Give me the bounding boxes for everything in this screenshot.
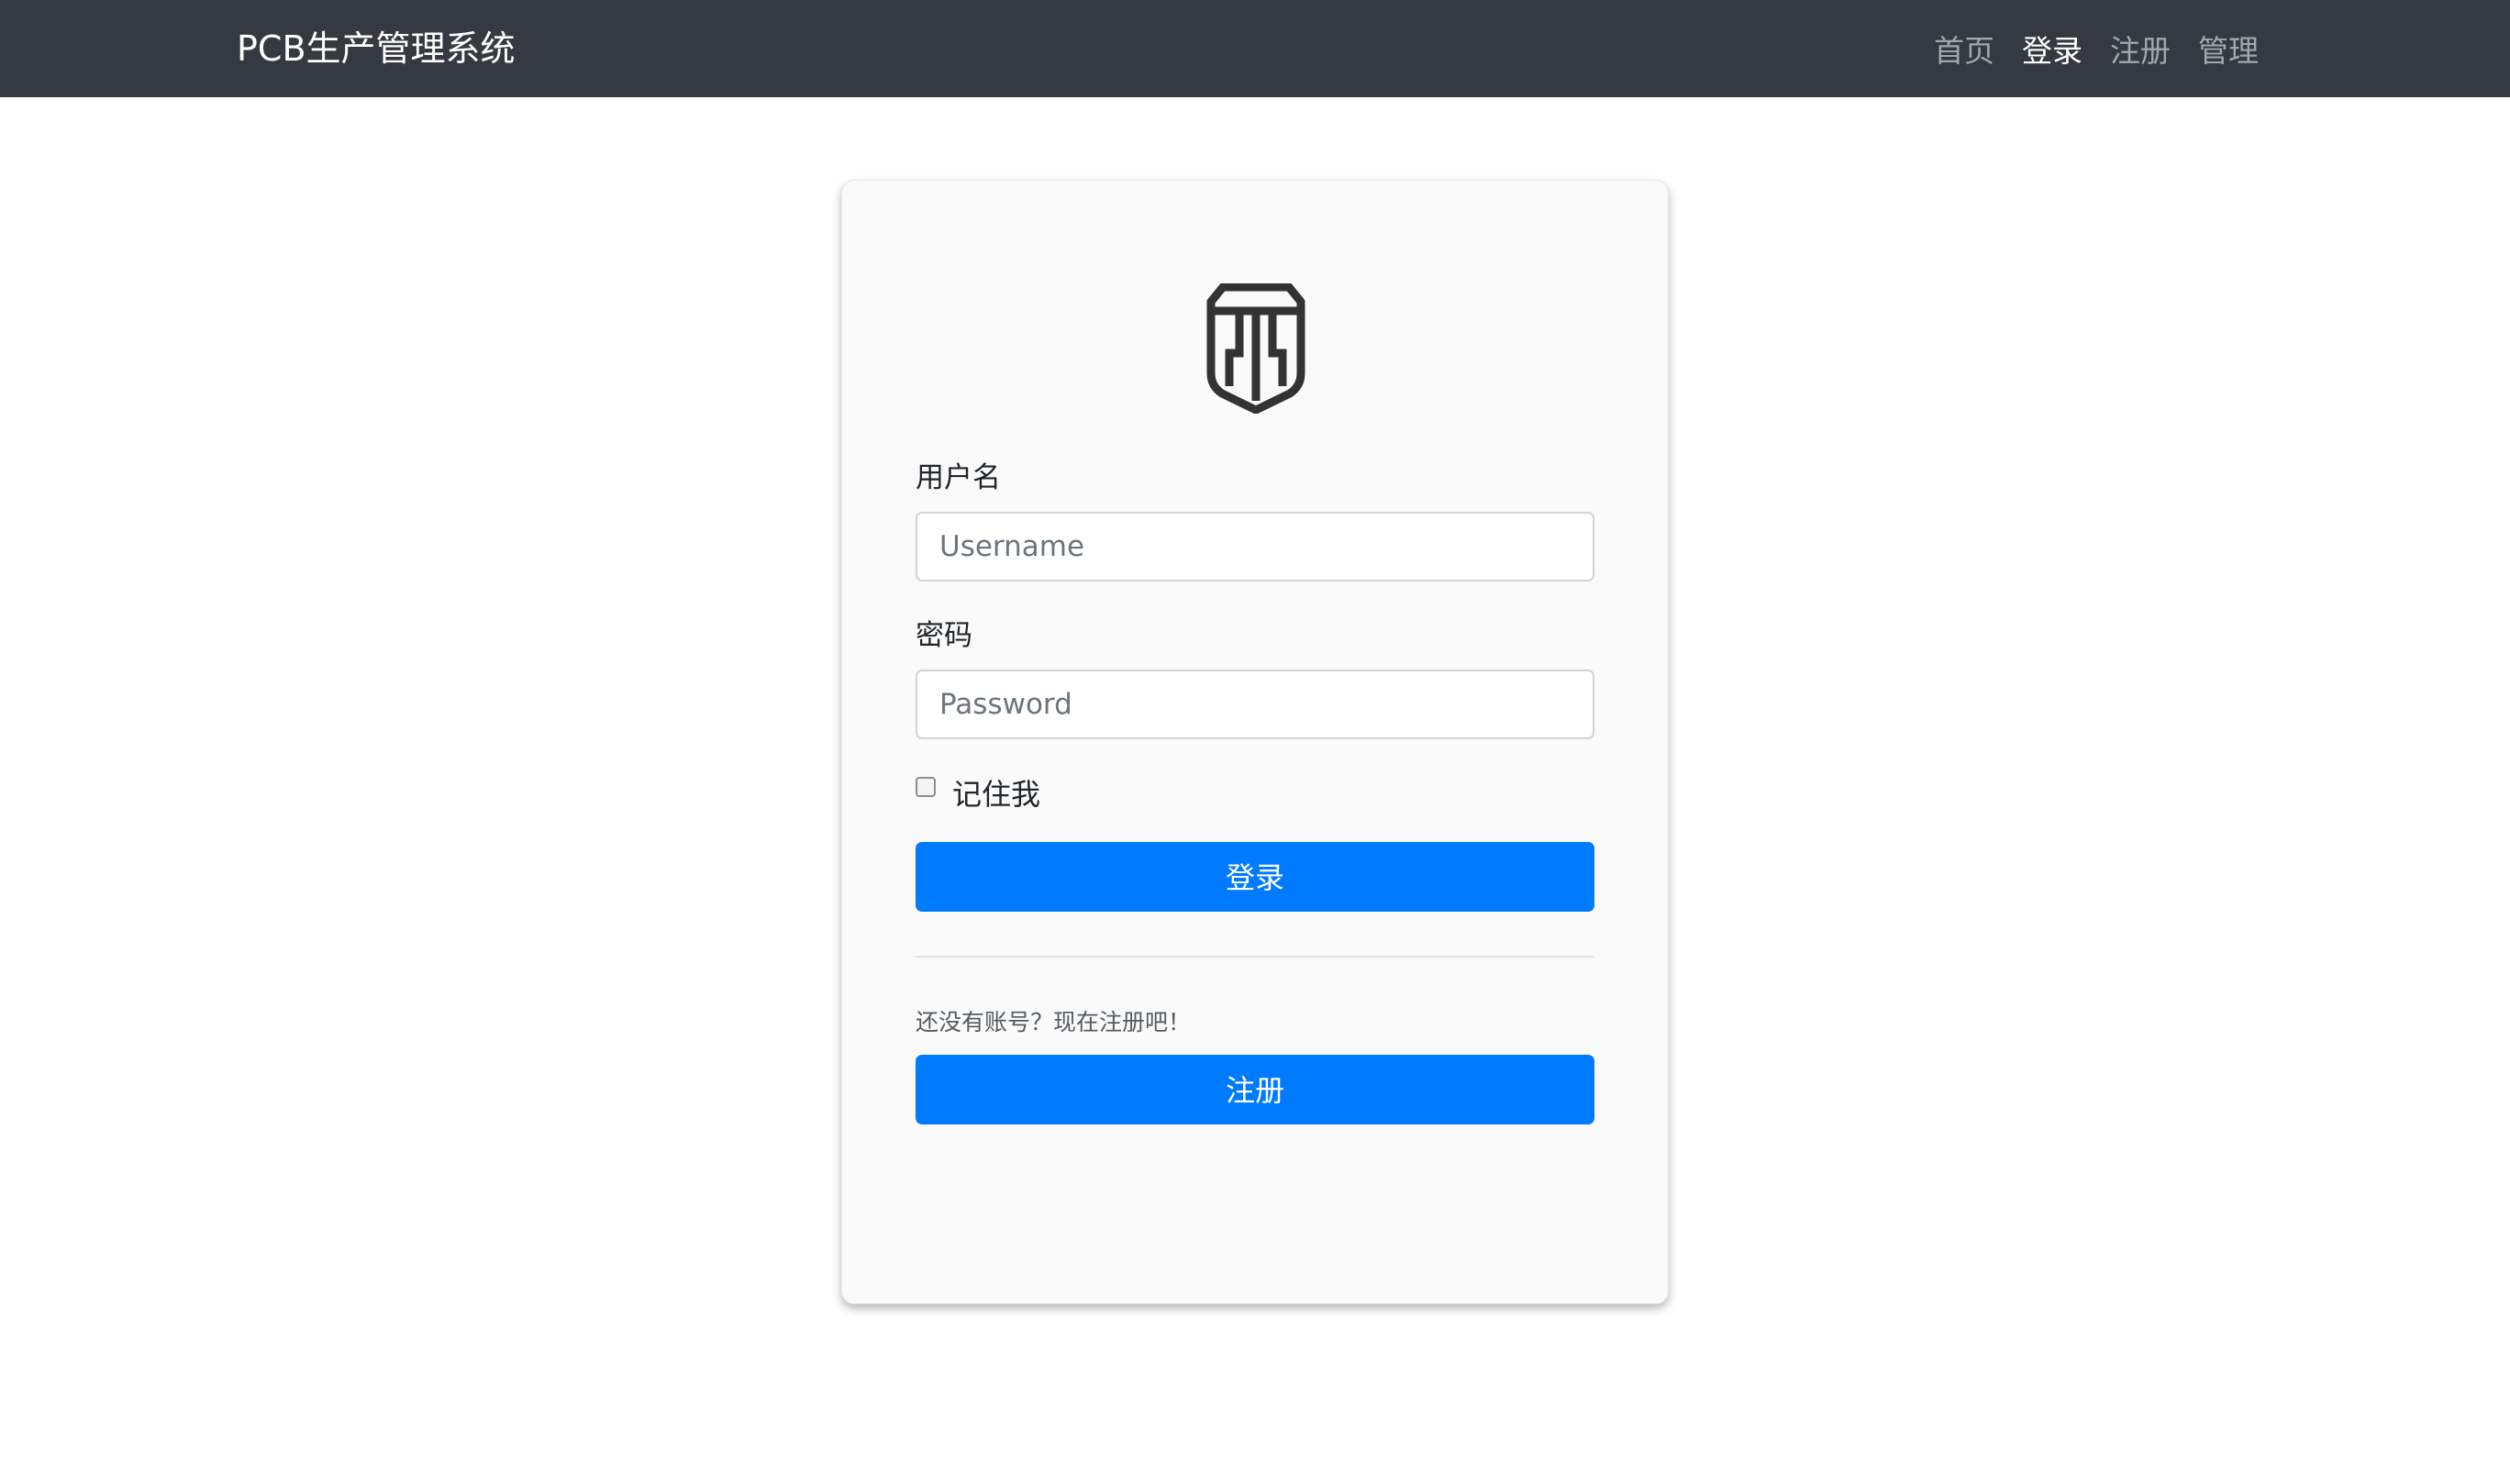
remember-me-checkbox[interactable] bbox=[916, 777, 936, 797]
nav-link-admin[interactable]: 管理 bbox=[2198, 27, 2259, 71]
username-label: 用户名 bbox=[916, 461, 1001, 494]
nav-link-login[interactable]: 登录 bbox=[2022, 27, 2082, 71]
password-input[interactable] bbox=[916, 670, 1594, 739]
nav-links: 首页 登录 注册 管理 bbox=[1934, 0, 2259, 97]
brand-title[interactable]: PCB生产管理系统 bbox=[237, 0, 516, 97]
login-card: 用户名 密码 记住我 登录 还没有账号？现在注册吧！ 注册 bbox=[841, 180, 1669, 1304]
shield-logo-icon bbox=[1206, 283, 1305, 414]
register-button[interactable]: 注册 bbox=[916, 1055, 1594, 1124]
login-button[interactable]: 登录 bbox=[916, 842, 1594, 912]
nav-link-register[interactable]: 注册 bbox=[2110, 27, 2171, 71]
username-input[interactable] bbox=[916, 512, 1594, 581]
nav-link-home[interactable]: 首页 bbox=[1934, 27, 1994, 71]
top-navbar: PCB生产管理系统 首页 登录 注册 管理 bbox=[0, 0, 2510, 97]
register-hint: 还没有账号？现在注册吧！ bbox=[916, 1009, 1192, 1035]
password-label: 密码 bbox=[916, 619, 972, 652]
form-divider bbox=[916, 956, 1594, 958]
remember-me-label[interactable]: 记住我 bbox=[952, 771, 1040, 814]
